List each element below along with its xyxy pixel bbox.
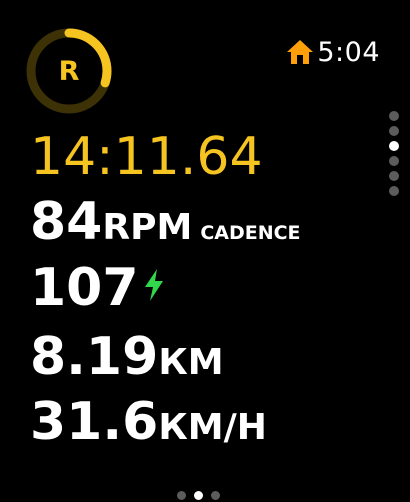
vertical-page-dot[interactable] xyxy=(389,126,399,136)
vertical-page-indicator[interactable] xyxy=(388,111,400,201)
clock-time: 5:04 xyxy=(317,36,380,68)
vertical-page-dot[interactable] xyxy=(389,111,399,121)
vertical-page-dot[interactable] xyxy=(389,141,399,151)
lightning-bolt-icon xyxy=(144,269,163,301)
speed-unit: КМ/Н xyxy=(158,407,267,448)
power-metric: 107 xyxy=(30,262,166,314)
distance-unit: КМ xyxy=(158,342,224,383)
horizontal-page-indicator[interactable] xyxy=(177,491,228,500)
house-icon xyxy=(287,40,314,64)
distance-value: 8.19 xyxy=(30,327,159,387)
vertical-page-dot[interactable] xyxy=(389,156,399,166)
elapsed-time: 14:11.64 xyxy=(30,127,263,187)
speed-value: 31.6 xyxy=(30,392,159,452)
horizontal-page-dot[interactable] xyxy=(177,491,186,500)
power-value: 107 xyxy=(30,258,139,318)
cadence-unit: RPM xyxy=(102,207,193,248)
cadence-metric: 84RPM CADENCE xyxy=(30,196,301,248)
horizontal-page-dot[interactable] xyxy=(211,491,220,500)
vertical-page-dot[interactable] xyxy=(389,171,399,181)
horizontal-page-dot[interactable] xyxy=(194,491,203,500)
speed-metric: 31.6КМ/Н xyxy=(30,396,267,448)
ring-letter: R xyxy=(58,55,80,87)
vertical-page-dot[interactable] xyxy=(389,186,399,196)
cadence-label: CADENCE xyxy=(200,222,301,244)
status-bar: 5:04 xyxy=(285,32,380,72)
cadence-value: 84 xyxy=(30,192,103,252)
distance-metric: 8.19КМ xyxy=(30,331,224,383)
